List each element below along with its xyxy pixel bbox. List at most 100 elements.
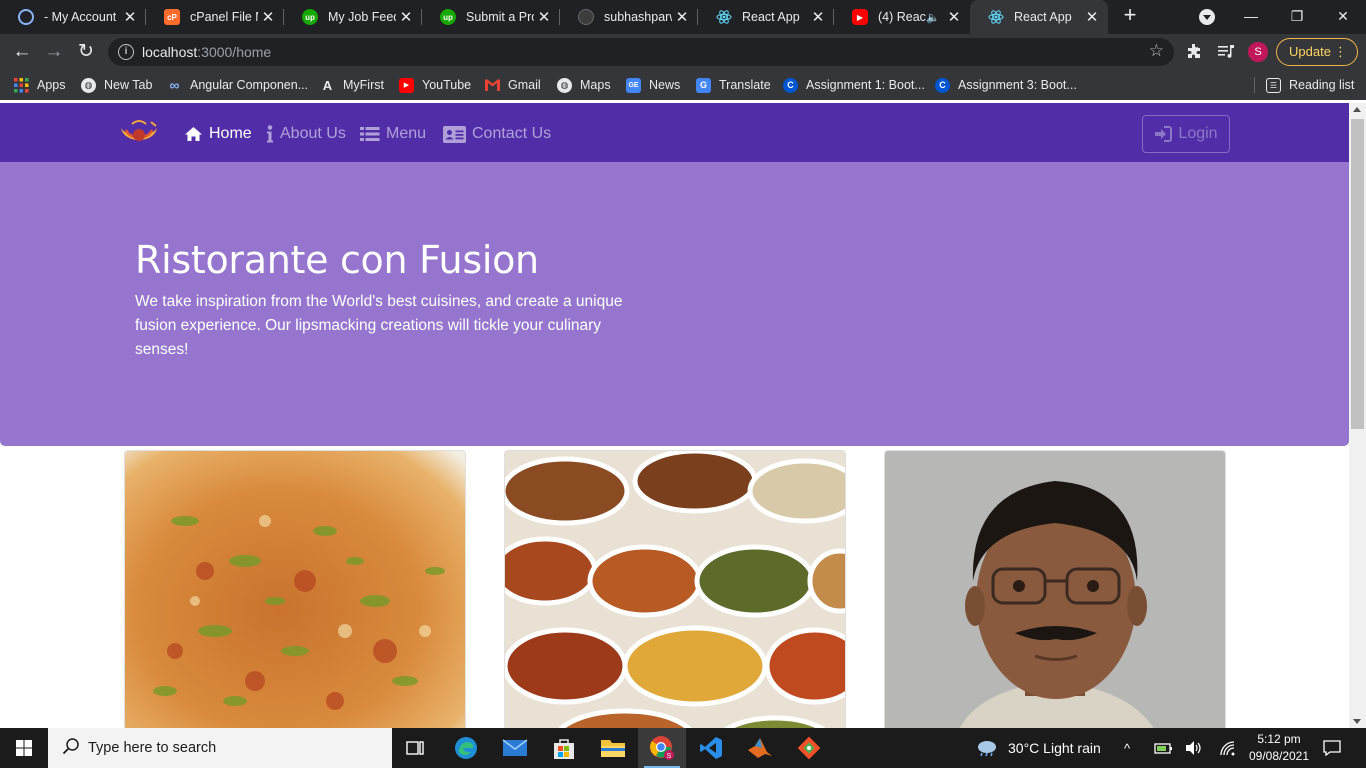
media-control-icon[interactable] bbox=[1217, 43, 1235, 63]
close-icon[interactable]: ✕ bbox=[672, 8, 692, 26]
start-button[interactable] bbox=[0, 728, 48, 768]
audio-playing-icon[interactable]: 🔈 bbox=[926, 11, 940, 24]
taskbar-edge[interactable] bbox=[442, 728, 490, 768]
profile-avatar[interactable]: S bbox=[1248, 42, 1268, 62]
bookmarks-bar: Apps ◍ New Tab ∞ Angular Componen... A M… bbox=[0, 70, 1366, 100]
bookmark-new-tab[interactable]: ◍ New Tab bbox=[81, 76, 152, 94]
page-scrollbar[interactable] bbox=[1349, 103, 1366, 728]
volume-icon[interactable] bbox=[1185, 728, 1203, 768]
taskbar-store[interactable] bbox=[540, 728, 588, 768]
task-view-button[interactable] bbox=[392, 728, 440, 768]
close-icon[interactable]: ✕ bbox=[120, 8, 140, 26]
restaurant-logo[interactable] bbox=[118, 116, 160, 150]
featured-dish-card[interactable] bbox=[124, 450, 466, 728]
scroll-down-icon[interactable] bbox=[1353, 719, 1361, 724]
browser-tab[interactable]: up Submit a Prop ✕ bbox=[422, 0, 560, 34]
show-hidden-icons-button[interactable]: ^ bbox=[1124, 728, 1130, 768]
new-tab-button[interactable]: + bbox=[1118, 4, 1142, 28]
close-icon[interactable]: ✕ bbox=[944, 8, 964, 26]
battery-icon[interactable] bbox=[1154, 728, 1174, 768]
reading-list-button[interactable]: ☰ Reading list bbox=[1266, 76, 1354, 94]
taskbar-mail[interactable] bbox=[491, 728, 539, 768]
nav-label: Menu bbox=[386, 125, 427, 142]
reading-list-icon: ☰ bbox=[1266, 77, 1281, 93]
browser-tab[interactable]: up My Job Feed ✕ bbox=[284, 0, 422, 34]
bookmark-gmail[interactable]: Gmail bbox=[485, 76, 541, 94]
weather-widget[interactable]: 30°C Light rain bbox=[976, 728, 1101, 768]
site-info-icon[interactable]: i bbox=[118, 44, 134, 60]
bookmark-label: Angular Componen... bbox=[190, 78, 309, 92]
notification-icon[interactable] bbox=[1323, 728, 1341, 768]
tab-label: My Job Feed bbox=[328, 10, 396, 24]
close-icon[interactable]: ✕ bbox=[1082, 8, 1102, 26]
bookmark-maps[interactable]: ◍ Maps bbox=[557, 76, 611, 94]
featured-leader-card[interactable] bbox=[884, 450, 1226, 728]
nav-about-us[interactable]: About Us bbox=[266, 123, 346, 145]
close-icon[interactable]: ✕ bbox=[808, 8, 828, 26]
hero-title: Ristorante con Fusion bbox=[135, 238, 539, 282]
bookmark-label: Assignment 1: Boot... bbox=[806, 78, 925, 92]
featured-promotion-card[interactable] bbox=[504, 450, 846, 728]
tab-label: React App bbox=[742, 10, 800, 24]
extensions-icon[interactable] bbox=[1186, 43, 1202, 63]
bookmark-label: Gmail bbox=[508, 78, 541, 92]
tab-label: subhashparw bbox=[604, 10, 672, 24]
bookmark-news[interactable]: GE News bbox=[626, 76, 680, 94]
taskbar-clock[interactable]: 5:12 pm 09/08/2021 bbox=[1244, 731, 1314, 765]
nav-menu[interactable]: Menu bbox=[360, 123, 426, 145]
edge-icon bbox=[455, 737, 477, 759]
taskbar-file-explorer[interactable] bbox=[589, 728, 637, 768]
chrome-icon: S bbox=[650, 736, 674, 760]
network-icon[interactable] bbox=[1219, 728, 1237, 768]
nav-home[interactable]: Home bbox=[184, 123, 252, 145]
close-icon[interactable]: ✕ bbox=[534, 8, 554, 26]
tab-search-icon[interactable] bbox=[1199, 9, 1215, 25]
forward-icon[interactable]: → bbox=[42, 40, 66, 64]
reload-icon[interactable]: ↻ bbox=[74, 40, 98, 64]
bookmark-label: MyFirst bbox=[343, 78, 384, 92]
back-icon[interactable]: ← bbox=[10, 40, 34, 64]
translate-icon: G bbox=[696, 77, 711, 93]
taskbar-search-input[interactable]: Type here to search bbox=[48, 728, 392, 768]
browser-tab[interactable]: React App ✕ bbox=[698, 0, 834, 34]
browser-tab[interactable]: ▶ (4) React 🔈 ✕ bbox=[834, 0, 970, 34]
bookmark-translate[interactable]: G Translate bbox=[696, 76, 771, 94]
cloud-rain-icon bbox=[976, 739, 998, 757]
bookmark-assignment-3[interactable]: C Assignment 3: Boot... bbox=[935, 76, 1077, 94]
login-button[interactable]: Login bbox=[1142, 115, 1230, 153]
scroll-thumb[interactable] bbox=[1351, 119, 1364, 429]
hero-description: We take inspiration from the World's bes… bbox=[135, 293, 623, 358]
taskbar-matlab[interactable] bbox=[736, 728, 784, 768]
bookmark-myfirst[interactable]: A MyFirst bbox=[320, 76, 384, 94]
bookmark-assignment-1[interactable]: C Assignment 1: Boot... bbox=[783, 76, 925, 94]
taskbar-vscode[interactable] bbox=[687, 728, 735, 768]
bookmark-angular[interactable]: ∞ Angular Componen... bbox=[167, 76, 309, 94]
browser-tab[interactable]: cP cPanel File Ma ✕ bbox=[146, 0, 284, 34]
close-icon[interactable]: ✕ bbox=[396, 8, 416, 26]
react-icon bbox=[988, 9, 1004, 25]
store-icon bbox=[554, 739, 574, 759]
close-icon[interactable]: ✕ bbox=[258, 8, 278, 26]
minimize-button[interactable]: — bbox=[1228, 0, 1274, 34]
browser-tab-active[interactable]: React App ✕ bbox=[970, 0, 1108, 34]
folder-icon bbox=[601, 740, 625, 757]
bookmark-star-icon[interactable]: ☆ bbox=[1149, 41, 1164, 61]
address-bar[interactable]: i localhost:3000/home ☆ bbox=[108, 38, 1174, 66]
pizza-image bbox=[125, 451, 465, 728]
update-button[interactable]: Update ⋮ bbox=[1276, 38, 1358, 66]
bookmark-apps[interactable]: Apps bbox=[14, 76, 66, 94]
nav-contact-us[interactable]: Contact Us bbox=[443, 123, 551, 145]
apps-grid-icon bbox=[14, 77, 29, 93]
taskbar-git[interactable] bbox=[785, 728, 833, 768]
bookmark-label: YouTube bbox=[422, 78, 472, 92]
scroll-up-icon[interactable] bbox=[1353, 107, 1361, 112]
browser-tab[interactable]: - My Account ✕ bbox=[0, 0, 146, 34]
tab-label: - My Account bbox=[44, 10, 117, 24]
restore-button[interactable]: ❐ bbox=[1274, 0, 1320, 34]
taskbar-chrome[interactable]: S bbox=[638, 728, 686, 768]
web-page: Home About Us Menu Contact Us Login Rist… bbox=[0, 103, 1366, 728]
close-window-button[interactable]: ✕ bbox=[1320, 0, 1366, 34]
browser-tab[interactable]: subhashparw ✕ bbox=[560, 0, 698, 34]
bookmark-youtube[interactable]: ▶ YouTube bbox=[399, 76, 471, 94]
address-url[interactable]: localhost:3000/home bbox=[142, 44, 271, 60]
